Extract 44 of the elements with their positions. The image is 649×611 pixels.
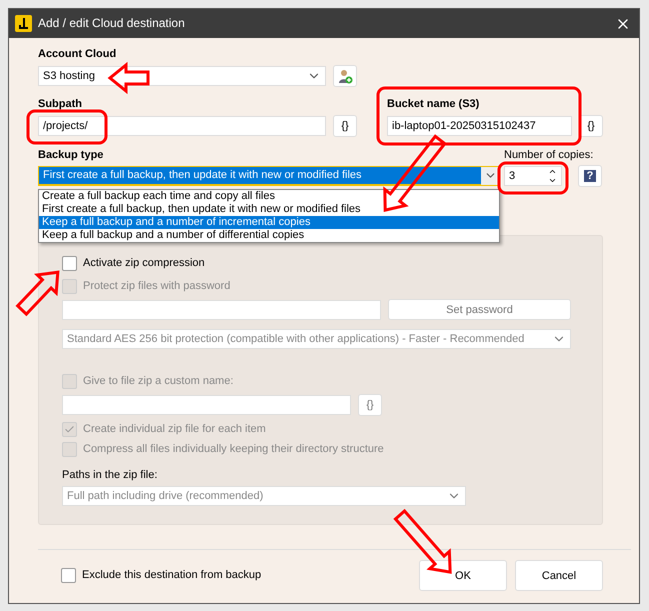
variables-button[interactable]: {} — [358, 394, 382, 416]
help-button[interactable]: ? — [578, 165, 602, 187]
encryption-dropdown[interactable]: Standard AES 256 bit protection (compatible with other applications) - Faster - Recommended — [62, 329, 571, 349]
checkbox[interactable] — [62, 256, 77, 270]
field-label: Number of copies: — [504, 149, 594, 162]
dropdown-option[interactable]: Keep a full backup and a number of incremental copies — [39, 216, 499, 229]
window-title: Add / edit Cloud destination — [38, 17, 186, 30]
exclude-checkbox-row[interactable]: Exclude this destination from backup — [61, 566, 262, 586]
checkbox-label: Exclude this destination from backup — [82, 569, 262, 582]
checkbox-label: Give to file zip a custom name: — [83, 374, 234, 388]
annotation-outline — [498, 162, 568, 194]
dropdown-option[interactable]: First create a full backup, then update it with new or modified files — [39, 203, 499, 216]
user-add-icon — [337, 68, 353, 84]
bucket-field[interactable]: ib-laptop01-20250315102437 — [387, 116, 572, 136]
zip-name-field[interactable] — [62, 395, 351, 415]
annotation-arrow — [393, 508, 452, 574]
checkbox[interactable] — [61, 568, 76, 583]
field-label: Bucket name (S3) — [387, 98, 480, 111]
checkbox-label: Create individual zip file for each item — [83, 422, 266, 436]
dropdown-option[interactable]: Create a full backup each time and copy all files — [39, 190, 499, 203]
field-label: Paths in the zip file: — [62, 469, 158, 482]
field-label: Account Cloud — [38, 48, 118, 61]
subpath-field[interactable]: /projects/ — [38, 116, 326, 136]
dropdown-option[interactable]: Keep a full backup and a number of differential copies — [39, 229, 499, 242]
annotation-arrow — [16, 270, 60, 316]
backup-type-dropdown[interactable]: First create a full backup, then update it with new or modified files — [38, 166, 500, 186]
checkbox-label: Protect zip files with password — [83, 280, 230, 292]
annotation-arrow — [108, 62, 150, 94]
set-password-button[interactable]: Set password — [388, 299, 571, 320]
add-user-button[interactable] — [333, 65, 357, 87]
zip-checkbox-row[interactable]: Activate zip compression — [62, 253, 602, 273]
checkbox-label: Activate zip compression — [83, 256, 205, 270]
copies-spinner[interactable]: 3 — [504, 166, 562, 186]
zip-paths-dropdown[interactable]: Full path including drive (recommended) — [62, 486, 466, 506]
dialog-button[interactable]: OK — [419, 560, 507, 591]
checkbox-label: Compress all files individually keeping their directory structure — [83, 442, 384, 456]
dialog-button[interactable]: Cancel — [515, 560, 603, 591]
field-label: Backup type — [38, 149, 104, 162]
app-logo-icon — [15, 15, 32, 32]
variables-button[interactable]: {} — [333, 115, 357, 137]
password-field[interactable] — [62, 300, 381, 320]
check-icon — [64, 424, 75, 434]
account-dropdown[interactable]: S3 hosting — [38, 66, 326, 86]
field-label: Subpath — [38, 98, 83, 111]
